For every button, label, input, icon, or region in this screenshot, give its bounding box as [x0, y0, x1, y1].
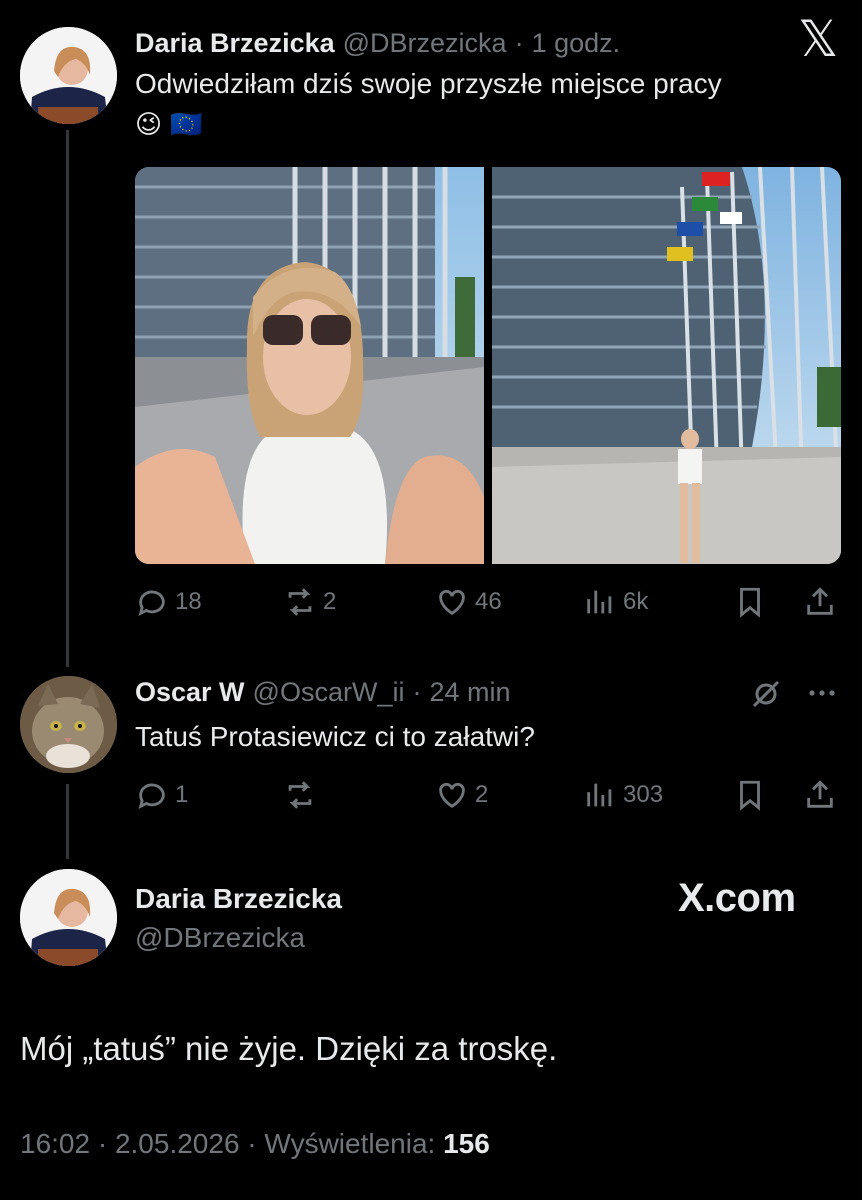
bookmark-button[interactable]	[733, 775, 767, 815]
author-handle[interactable]: @OscarW_ii	[253, 677, 405, 708]
grok-button[interactable]	[748, 676, 784, 712]
tweet-text: Odwiedziłam dziś swoje przyszłe miejsce …	[135, 68, 722, 99]
tweet-header: Daria Brzezicka @DBrzezicka · 1 godz.	[135, 28, 620, 59]
separator: ·	[412, 677, 422, 707]
share-icon	[807, 780, 833, 808]
cat-avatar-photo	[20, 676, 117, 773]
share-button[interactable]	[803, 775, 837, 815]
x-logo[interactable]: 𝕏	[798, 14, 838, 64]
reply-count: 1	[175, 781, 189, 808]
tweet-actions: 18 2 46 6k	[135, 582, 840, 622]
tweet-header: Oscar W @OscarW_ii · 24 min	[135, 677, 511, 708]
heart-icon	[439, 589, 465, 616]
reply-text: Tatuś Protasiewicz ci to załatwi?	[135, 721, 535, 752]
post-time[interactable]: 24 min	[429, 677, 510, 708]
tweet-emoji: 😉 🇪🇺	[135, 110, 203, 140]
parliament-image	[492, 167, 841, 564]
separator: ·	[514, 28, 524, 58]
avatar-photo	[20, 27, 117, 124]
like-count: 46	[475, 588, 502, 615]
more-button[interactable]	[804, 678, 840, 708]
grok-icon	[752, 680, 780, 708]
reply-count: 18	[175, 588, 202, 615]
author-name[interactable]: Daria Brzezicka	[135, 883, 342, 915]
focused-tweet-text: Mój „tatuś” nie żyje. Dzięki za troskę.	[20, 1030, 558, 1067]
tweet-actions: 1 2 303	[135, 775, 840, 815]
selfie-image	[135, 167, 484, 564]
repost-icon	[288, 781, 312, 809]
repost-button[interactable]: 2	[283, 582, 336, 622]
more-icon	[809, 690, 835, 696]
tweet-meta: 16:02 · 2.05.2026 · Wyświetlenia: 156	[20, 1128, 490, 1160]
heart-icon	[439, 782, 465, 809]
views-count: 303	[623, 781, 664, 808]
x-brand-watermark: X.com	[678, 876, 796, 920]
avatar[interactable]	[20, 869, 117, 966]
like-count: 2	[475, 781, 489, 808]
bookmark-icon	[740, 780, 760, 811]
author-name[interactable]: Daria Brzezicka	[135, 28, 335, 59]
photo-selfie[interactable]	[135, 167, 484, 564]
post-timestamp[interactable]: 16:02 · 2.05.2026 ·	[20, 1128, 264, 1159]
repost-count: 2	[323, 588, 337, 615]
author-name[interactable]: Oscar W	[135, 677, 245, 708]
thread-line	[66, 130, 69, 667]
views-value: 156	[443, 1128, 490, 1159]
views-label: Wyświetlenia:	[264, 1128, 444, 1159]
avatar[interactable]	[20, 676, 117, 773]
views-icon	[587, 590, 612, 614]
reply-button[interactable]: 1	[135, 775, 188, 815]
repost-button[interactable]	[283, 775, 323, 815]
avatar-photo	[20, 869, 117, 966]
thread-line	[66, 784, 69, 859]
avatar[interactable]	[20, 27, 117, 124]
author-handle[interactable]: @DBrzezicka	[135, 922, 305, 954]
views-icon	[587, 783, 612, 807]
bookmark-icon	[740, 587, 760, 618]
photo-parliament[interactable]	[492, 167, 841, 564]
like-button[interactable]: 2	[435, 775, 488, 815]
views-button[interactable]: 303	[583, 775, 663, 815]
share-button[interactable]	[803, 582, 837, 622]
share-icon	[807, 587, 833, 615]
like-button[interactable]: 46	[435, 582, 502, 622]
repost-icon	[288, 588, 312, 616]
views-count: 6k	[623, 588, 649, 615]
reply-icon	[138, 590, 165, 616]
reply-icon	[138, 783, 165, 809]
reply-button[interactable]: 18	[135, 582, 202, 622]
bookmark-button[interactable]	[733, 582, 767, 622]
post-time[interactable]: 1 godz.	[532, 28, 621, 59]
views-button[interactable]: 6k	[583, 582, 648, 622]
author-handle[interactable]: @DBrzezicka	[343, 28, 507, 59]
